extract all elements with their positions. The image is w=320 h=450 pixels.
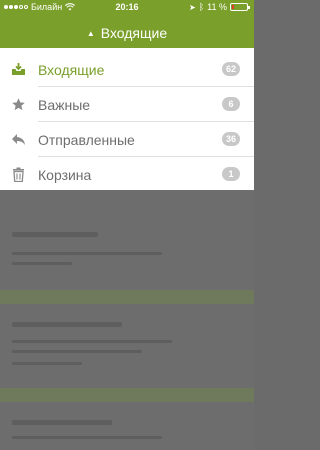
page-title: Входящие xyxy=(100,25,168,41)
count-badge: 6 xyxy=(222,97,240,111)
blurred-line xyxy=(12,252,162,255)
blurred-line xyxy=(12,362,82,365)
menu-item-inbox[interactable]: Входящие 62 xyxy=(0,52,254,87)
battery-icon xyxy=(230,3,250,11)
count-badge: 1 xyxy=(222,167,240,181)
count-badge: 62 xyxy=(221,62,240,76)
blurred-line xyxy=(12,436,162,439)
inbox-icon xyxy=(10,61,26,77)
blurred-line xyxy=(12,420,112,425)
menu-item-label: Отправленные xyxy=(38,131,135,148)
blurred-band xyxy=(0,388,254,402)
menu-item-important[interactable]: Важные 6 xyxy=(0,87,254,122)
blurred-line xyxy=(12,262,72,265)
menu-item-sent[interactable]: Отправленные 36 xyxy=(0,122,254,157)
menu-item-label: Корзина xyxy=(38,166,92,183)
status-bar: Билайн 20:16 ➤ ᛒ 11 % xyxy=(0,0,254,14)
blurred-line xyxy=(12,350,142,353)
folder-title-button[interactable]: ▲ Входящие xyxy=(0,22,254,44)
blurred-line xyxy=(12,322,122,327)
caret-up-icon: ▲ xyxy=(86,28,95,38)
battery-percent: 11 % xyxy=(207,2,227,12)
trash-icon xyxy=(10,166,26,182)
folder-menu: Входящие 62 Важные 6 Отправленные 36 Кор… xyxy=(0,48,254,190)
dimmed-message-list[interactable] xyxy=(0,190,254,450)
count-badge: 36 xyxy=(221,132,240,146)
status-right: ➤ ᛒ 11 % xyxy=(189,2,250,12)
star-icon xyxy=(10,96,26,112)
menu-item-label: Важные xyxy=(38,96,91,113)
blurred-line xyxy=(12,340,172,343)
app-header: Билайн 20:16 ➤ ᛒ 11 % ▲ Входящие xyxy=(0,0,254,48)
location-icon: ➤ xyxy=(189,2,196,12)
menu-item-label: Входящие xyxy=(38,61,105,78)
blurred-line xyxy=(12,232,98,237)
reply-icon xyxy=(10,131,26,147)
bluetooth-icon: ᛒ xyxy=(198,2,205,12)
blurred-band xyxy=(0,290,254,304)
menu-item-trash[interactable]: Корзина 1 xyxy=(0,157,254,192)
